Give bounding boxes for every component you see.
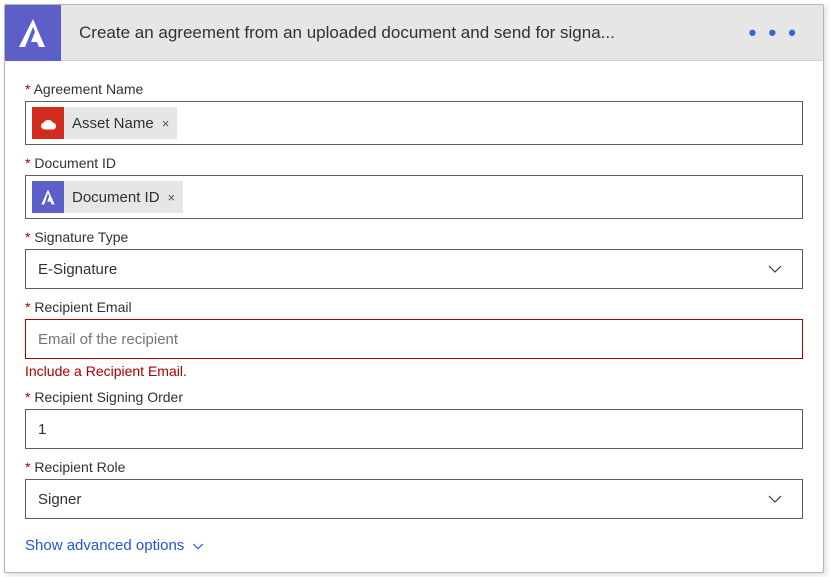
token-label: Document ID <box>64 189 168 206</box>
field-signing-order: * Recipient Signing Order <box>25 389 803 449</box>
field-recipient-role: * Recipient Role Signer <box>25 459 803 519</box>
select-value: Signer <box>32 491 81 508</box>
label-document-id: * Document ID <box>25 155 803 171</box>
input-document-id[interactable]: Document ID × <box>25 175 803 219</box>
label-signing-order: * Recipient Signing Order <box>25 389 803 405</box>
label-signature-type: * Signature Type <box>25 229 803 245</box>
input-recipient-email[interactable] <box>32 331 796 348</box>
adobe-sign-icon <box>32 181 64 213</box>
card-title: Create an agreement from an uploaded doc… <box>61 23 743 43</box>
select-recipient-role[interactable]: Signer <box>25 479 803 519</box>
field-recipient-email: * Recipient Email Include a Recipient Em… <box>25 299 803 379</box>
input-signing-order[interactable] <box>32 421 796 438</box>
card-body: * Agreement Name Asset Name × * Document… <box>5 61 823 572</box>
field-signature-type: * Signature Type E-Signature <box>25 229 803 289</box>
action-card: Create an agreement from an uploaded doc… <box>4 4 824 573</box>
adobe-sign-icon <box>5 5 61 61</box>
chevron-down-icon <box>190 538 206 554</box>
input-signing-order-wrapper <box>25 409 803 449</box>
token-label: Asset Name <box>64 115 162 132</box>
chevron-down-icon <box>766 260 796 278</box>
select-value: E-Signature <box>32 261 117 278</box>
token-document-id[interactable]: Document ID × <box>32 181 183 213</box>
card-header[interactable]: Create an agreement from an uploaded doc… <box>5 5 823 61</box>
error-recipient-email: Include a Recipient Email. <box>25 363 803 379</box>
chevron-down-icon <box>766 490 796 508</box>
token-remove-icon[interactable]: × <box>168 190 176 205</box>
label-recipient-role: * Recipient Role <box>25 459 803 475</box>
card-menu-button[interactable]: • • • <box>743 20 805 46</box>
advanced-label: Show advanced options <box>25 537 184 554</box>
show-advanced-options[interactable]: Show advanced options <box>25 537 206 554</box>
select-signature-type[interactable]: E-Signature <box>25 249 803 289</box>
label-agreement-name: * Agreement Name <box>25 81 803 97</box>
creative-cloud-icon <box>32 107 64 139</box>
token-remove-icon[interactable]: × <box>162 116 170 131</box>
label-recipient-email: * Recipient Email <box>25 299 803 315</box>
field-document-id: * Document ID Document ID × <box>25 155 803 219</box>
input-recipient-email-wrapper <box>25 319 803 359</box>
token-asset-name[interactable]: Asset Name × <box>32 107 177 139</box>
input-agreement-name[interactable]: Asset Name × <box>25 101 803 145</box>
field-agreement-name: * Agreement Name Asset Name × <box>25 81 803 145</box>
